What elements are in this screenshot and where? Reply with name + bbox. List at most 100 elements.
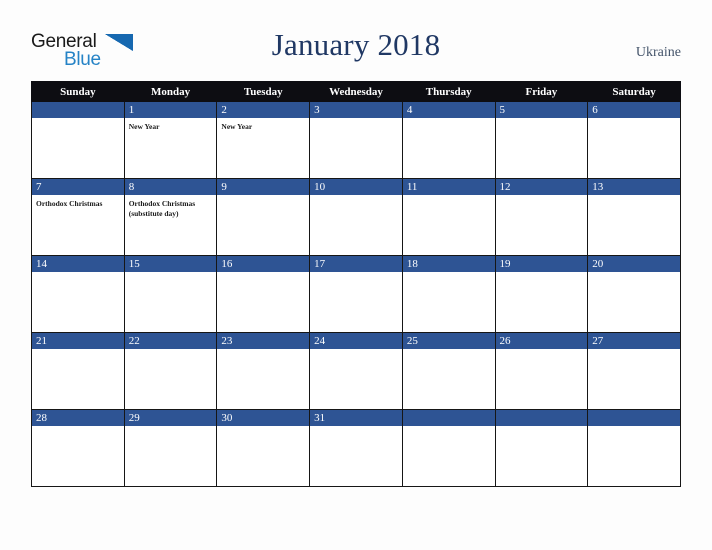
calendar-day-cell[interactable]: 26	[494, 332, 589, 410]
calendar-day-cell[interactable]: 30	[216, 409, 311, 487]
day-number: 27	[588, 333, 680, 349]
day-number: 28	[32, 410, 124, 426]
calendar-week-row: 7 Orthodox Christmas 8 Orthodox Christmas (…	[31, 178, 681, 256]
calendar-day-cell[interactable]: 2 New Year	[216, 101, 311, 179]
day-number: 4	[402, 102, 495, 118]
calendar-day-cell[interactable]: 21	[31, 332, 125, 410]
calendar-day-cell[interactable]: 6	[587, 101, 681, 179]
day-number: 17	[310, 256, 402, 272]
weekday-header-thursday: Thursday	[401, 81, 496, 102]
calendar-day-cell[interactable]: 17	[309, 255, 403, 333]
calendar-week-row: 21 22 23 24 25 26 27	[31, 332, 681, 410]
calendar-day-cell[interactable]: 9	[216, 178, 311, 256]
day-number	[402, 410, 495, 426]
day-cell-content: 8 Orthodox Christmas (substitute day)	[124, 179, 217, 255]
day-cell-content: 2 New Year	[217, 102, 310, 178]
calendar-day-cell[interactable]: 31	[309, 409, 403, 487]
calendar-day-cell[interactable]: 23	[216, 332, 311, 410]
calendar-table: Sunday Monday Tuesday Wednesday Thursday Frid…	[31, 81, 681, 487]
day-number: 11	[402, 179, 495, 195]
day-number	[32, 102, 124, 118]
calendar-empty-cell[interactable]	[494, 409, 589, 487]
calendar-day-cell[interactable]: 16	[216, 255, 311, 333]
calendar-day-cell[interactable]: 11	[401, 178, 496, 256]
calendar-day-cell[interactable]: 18	[401, 255, 496, 333]
calendar-body: 1 New Year 2 New Year 3 4 5 6 7 Orthodox Christma…	[31, 101, 681, 487]
day-cell-content: 26	[495, 333, 588, 409]
day-number: 3	[310, 102, 402, 118]
weekday-header-friday: Friday	[494, 81, 589, 102]
calendar-page: General Blue January 2018 Ukraine Sunday…	[0, 0, 712, 550]
country-label: Ukraine	[635, 45, 681, 60]
day-cell-content: 27	[588, 333, 680, 409]
calendar-day-cell[interactable]: 20	[587, 255, 681, 333]
calendar-day-cell[interactable]: 3	[309, 101, 403, 179]
weekday-header-saturday: Saturday	[587, 81, 681, 102]
day-cell-content: 18	[402, 256, 495, 332]
day-number: 16	[217, 256, 310, 272]
day-number: 25	[402, 333, 495, 349]
calendar-empty-cell[interactable]	[587, 409, 681, 487]
holiday-event: Orthodox Christmas (substitute day)	[128, 199, 196, 218]
day-cell-content: 16	[217, 256, 310, 332]
day-number: 9	[217, 179, 310, 195]
day-cell-content: 5	[495, 102, 588, 178]
weekday-header-wednesday: Wednesday	[309, 81, 403, 102]
weekday-header-tuesday: Tuesday	[216, 81, 311, 102]
calendar-empty-cell[interactable]	[401, 409, 496, 487]
day-cell-content: 1 New Year	[124, 102, 217, 178]
calendar-day-cell[interactable]: 14	[31, 255, 125, 333]
day-number: 15	[124, 256, 217, 272]
day-cell-content: 23	[217, 333, 310, 409]
page-title: January 2018	[271, 27, 441, 62]
day-cell-content: 28	[32, 410, 124, 486]
calendar-day-cell[interactable]: 15	[123, 255, 218, 333]
calendar-day-cell[interactable]: 5	[494, 101, 589, 179]
page-header: General Blue January 2018 Ukraine	[0, 0, 712, 78]
day-cell-content: 24	[310, 333, 402, 409]
calendar-day-cell[interactable]: 27	[587, 332, 681, 410]
day-number: 30	[217, 410, 310, 426]
day-number: 20	[588, 256, 680, 272]
calendar-day-cell[interactable]: 8 Orthodox Christmas (substitute day)	[123, 178, 218, 256]
day-cell-content: 12	[495, 179, 588, 255]
weekday-header-sunday: Sunday	[31, 81, 125, 102]
day-cell-content	[588, 410, 680, 486]
day-cell-content: 10	[310, 179, 402, 255]
calendar-day-cell[interactable]: 10	[309, 178, 403, 256]
calendar-day-cell[interactable]: 7 Orthodox Christmas	[31, 178, 125, 256]
day-number: 21	[32, 333, 124, 349]
day-cell-content: 7 Orthodox Christmas	[32, 179, 124, 255]
day-number: 29	[124, 410, 217, 426]
day-cell-content: 30	[217, 410, 310, 486]
holiday-event: New Year	[128, 122, 160, 131]
calendar-day-cell[interactable]: 29	[123, 409, 218, 487]
day-cell-content: 19	[495, 256, 588, 332]
day-number: 1	[124, 102, 217, 118]
calendar-day-cell[interactable]: 13	[587, 178, 681, 256]
calendar-week-row: 1 New Year 2 New Year 3 4 5 6	[31, 101, 681, 179]
day-number: 31	[310, 410, 402, 426]
weekday-header-monday: Monday	[123, 81, 218, 102]
holiday-event: Orthodox Christmas	[36, 199, 103, 208]
calendar-day-cell[interactable]: 1 New Year	[123, 101, 218, 179]
calendar-day-cell[interactable]: 28	[31, 409, 125, 487]
calendar-day-cell[interactable]: 25	[401, 332, 496, 410]
weekday-header-row: Sunday Monday Tuesday Wednesday Thursday Frid…	[31, 81, 681, 102]
day-cell-content: 22	[124, 333, 217, 409]
day-cell-content: 31	[310, 410, 402, 486]
calendar-day-cell[interactable]: 24	[309, 332, 403, 410]
day-number: 13	[588, 179, 680, 195]
day-number: 7	[32, 179, 124, 195]
calendar-day-cell[interactable]: 12	[494, 178, 589, 256]
calendar-day-cell[interactable]: 19	[494, 255, 589, 333]
calendar-day-cell[interactable]: 22	[123, 332, 218, 410]
day-events: Orthodox Christmas	[32, 195, 124, 209]
day-events: Orthodox Christmas (substitute day)	[125, 195, 217, 218]
calendar-empty-cell[interactable]	[31, 101, 125, 179]
day-cell-content: 20	[588, 256, 680, 332]
calendar-day-cell[interactable]: 4	[401, 101, 496, 179]
calendar-week-row: 28 29 30 31	[31, 409, 681, 487]
day-events: New Year	[217, 118, 309, 132]
day-number: 8	[124, 179, 217, 195]
